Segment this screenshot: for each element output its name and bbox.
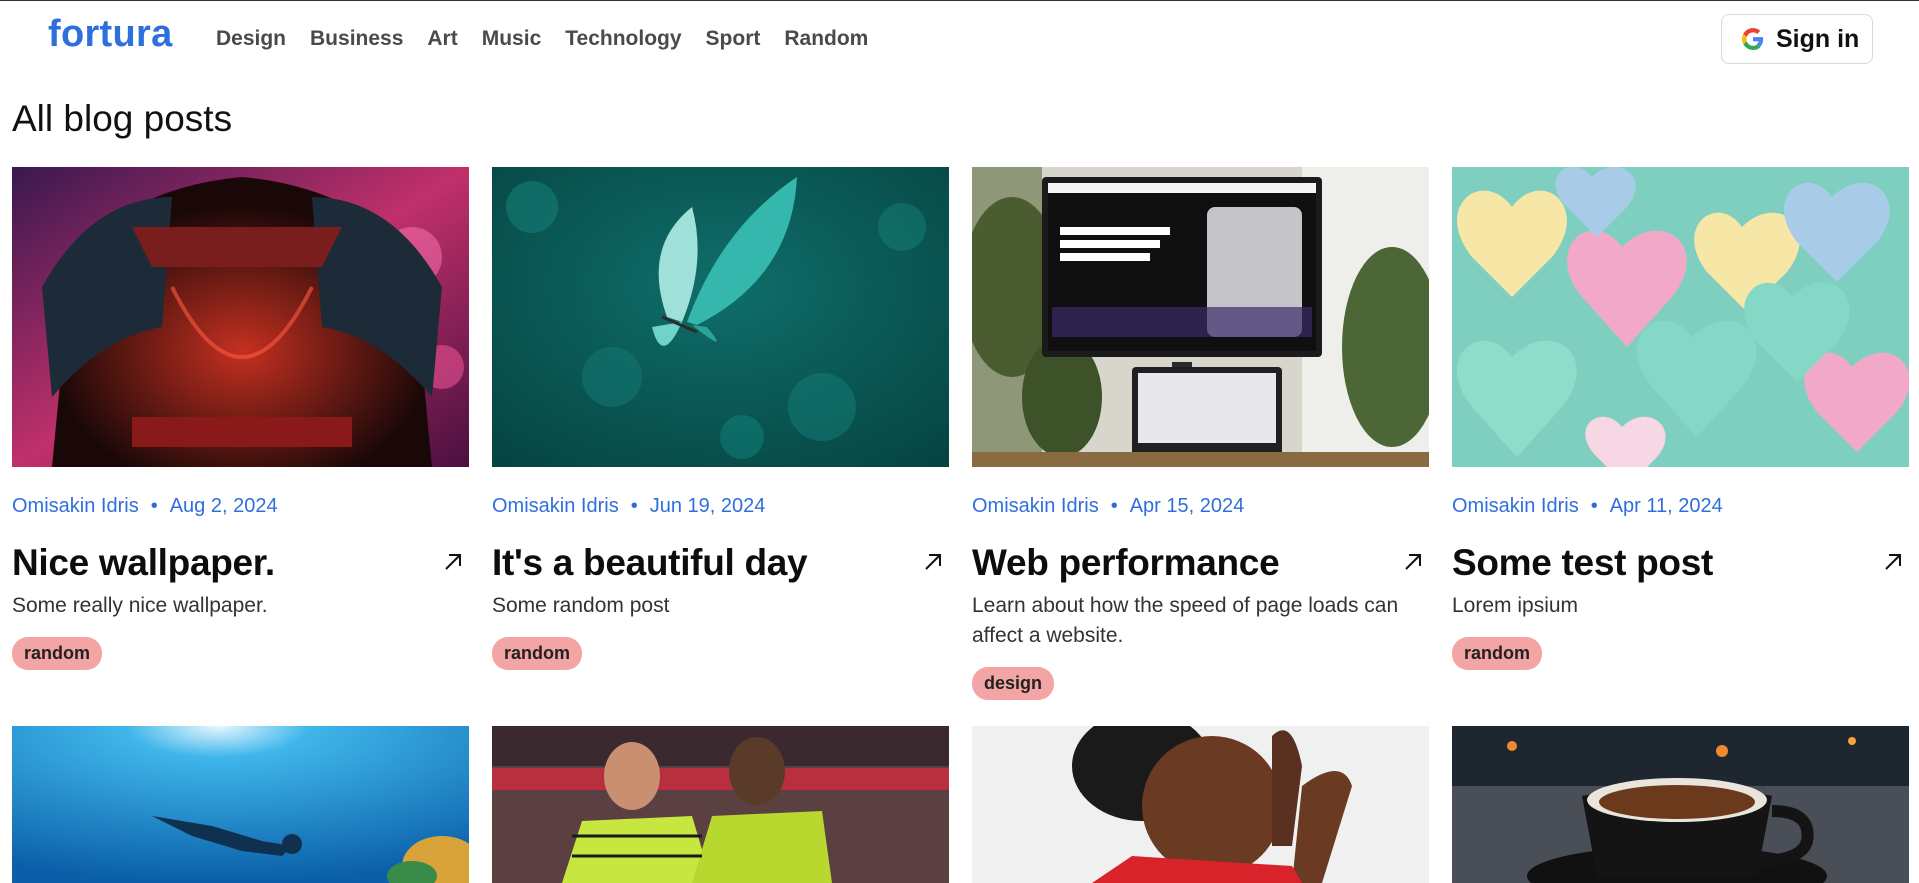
google-icon [1742,28,1764,50]
post-card[interactable]: Omisakin Idris • Jun 19, 2024 It's a bea… [492,167,949,670]
post-author[interactable]: Omisakin Idris [12,495,139,518]
post-date: Apr 15, 2024 [1129,495,1245,517]
post-thumbnail[interactable] [492,726,949,883]
arrow-up-right-icon[interactable] [1881,550,1905,574]
meta-separator: • [630,495,638,517]
post-description: Learn about how the speed of page loads … [972,593,1399,647]
post-tag[interactable]: random [12,636,103,670]
post-thumbnail[interactable] [12,726,469,883]
post-thumbnail[interactable] [1452,167,1909,467]
post-meta: Omisakin Idris • Apr 15, 2024 [972,495,1429,518]
post-description: Some really nice wallpaper. [12,593,268,617]
brand-logo[interactable]: fortura [48,13,173,56]
nav-item-design[interactable]: Design [216,27,286,51]
arrow-up-right-icon[interactable] [921,550,945,574]
post-author[interactable]: Omisakin Idris [492,495,619,518]
post-description: Some random post [492,593,670,617]
nav-item-random[interactable]: Random [784,27,868,51]
nav-item-art[interactable]: Art [427,27,457,51]
arrow-up-right-icon[interactable] [1401,550,1425,574]
underwater-diver-image [12,726,469,883]
post-date: Jun 19, 2024 [649,495,766,517]
post-thumbnail[interactable] [972,726,1429,883]
post-thumbnail[interactable] [492,167,949,467]
meta-separator: • [1590,495,1598,517]
sign-in-label: Sign in [1776,24,1860,53]
page-title: All blog posts [12,98,233,139]
post-description: Lorem ipsium [1452,593,1579,617]
meta-separator: • [150,495,158,517]
post-meta: Omisakin Idris • Apr 11, 2024 [1452,495,1909,518]
post-thumbnail[interactable] [972,167,1429,467]
post-title[interactable]: Nice wallpaper. [12,543,275,583]
football-image [492,726,949,883]
nav-item-music[interactable]: Music [482,27,542,51]
butterfly-image [492,167,949,467]
coffee-cup-image [1452,726,1909,883]
post-title[interactable]: Web performance [972,543,1280,583]
nav-item-sport[interactable]: Sport [706,27,761,51]
post-title[interactable]: Some test post [1452,543,1713,583]
post-card[interactable]: Omisakin Idris • Apr 11, 2024 Some test … [1452,167,1909,670]
hearts-image [1452,167,1909,467]
post-tag[interactable]: random [1452,636,1543,670]
post-meta: Omisakin Idris • Aug 2, 2024 [12,495,469,518]
post-meta: Omisakin Idris • Jun 19, 2024 [492,495,949,518]
post-author[interactable]: Omisakin Idris [972,495,1099,518]
arrow-up-right-icon[interactable] [441,550,465,574]
nav-item-technology[interactable]: Technology [565,27,681,51]
post-thumbnail[interactable] [1452,726,1909,883]
post-card[interactable]: Omisakin Idris • Apr 15, 2024 Web perfor… [972,167,1429,700]
nav-item-business[interactable]: Business [310,27,403,51]
meta-separator: • [1110,495,1118,517]
monitor-image [972,167,1429,467]
post-title[interactable]: It's a beautiful day [492,543,808,583]
post-tag[interactable]: random [492,636,583,670]
top-navbar: fortura Design Business Art Music Techno… [0,1,1919,77]
sign-in-button[interactable]: Sign in [1721,14,1873,64]
post-tag[interactable]: design [972,666,1055,700]
post-date: Apr 11, 2024 [1609,495,1723,517]
post-date: Aug 2, 2024 [169,495,278,517]
category-menu: Design Business Art Music Technology Spo… [216,27,892,51]
post-card[interactable]: Omisakin Idris • Aug 2, 2024 Nice wallpa… [12,167,469,670]
post-author[interactable]: Omisakin Idris [1452,495,1579,518]
armored-figure-image [12,167,469,467]
post-thumbnail[interactable] [12,167,469,467]
illustrated-player-image [972,726,1429,883]
